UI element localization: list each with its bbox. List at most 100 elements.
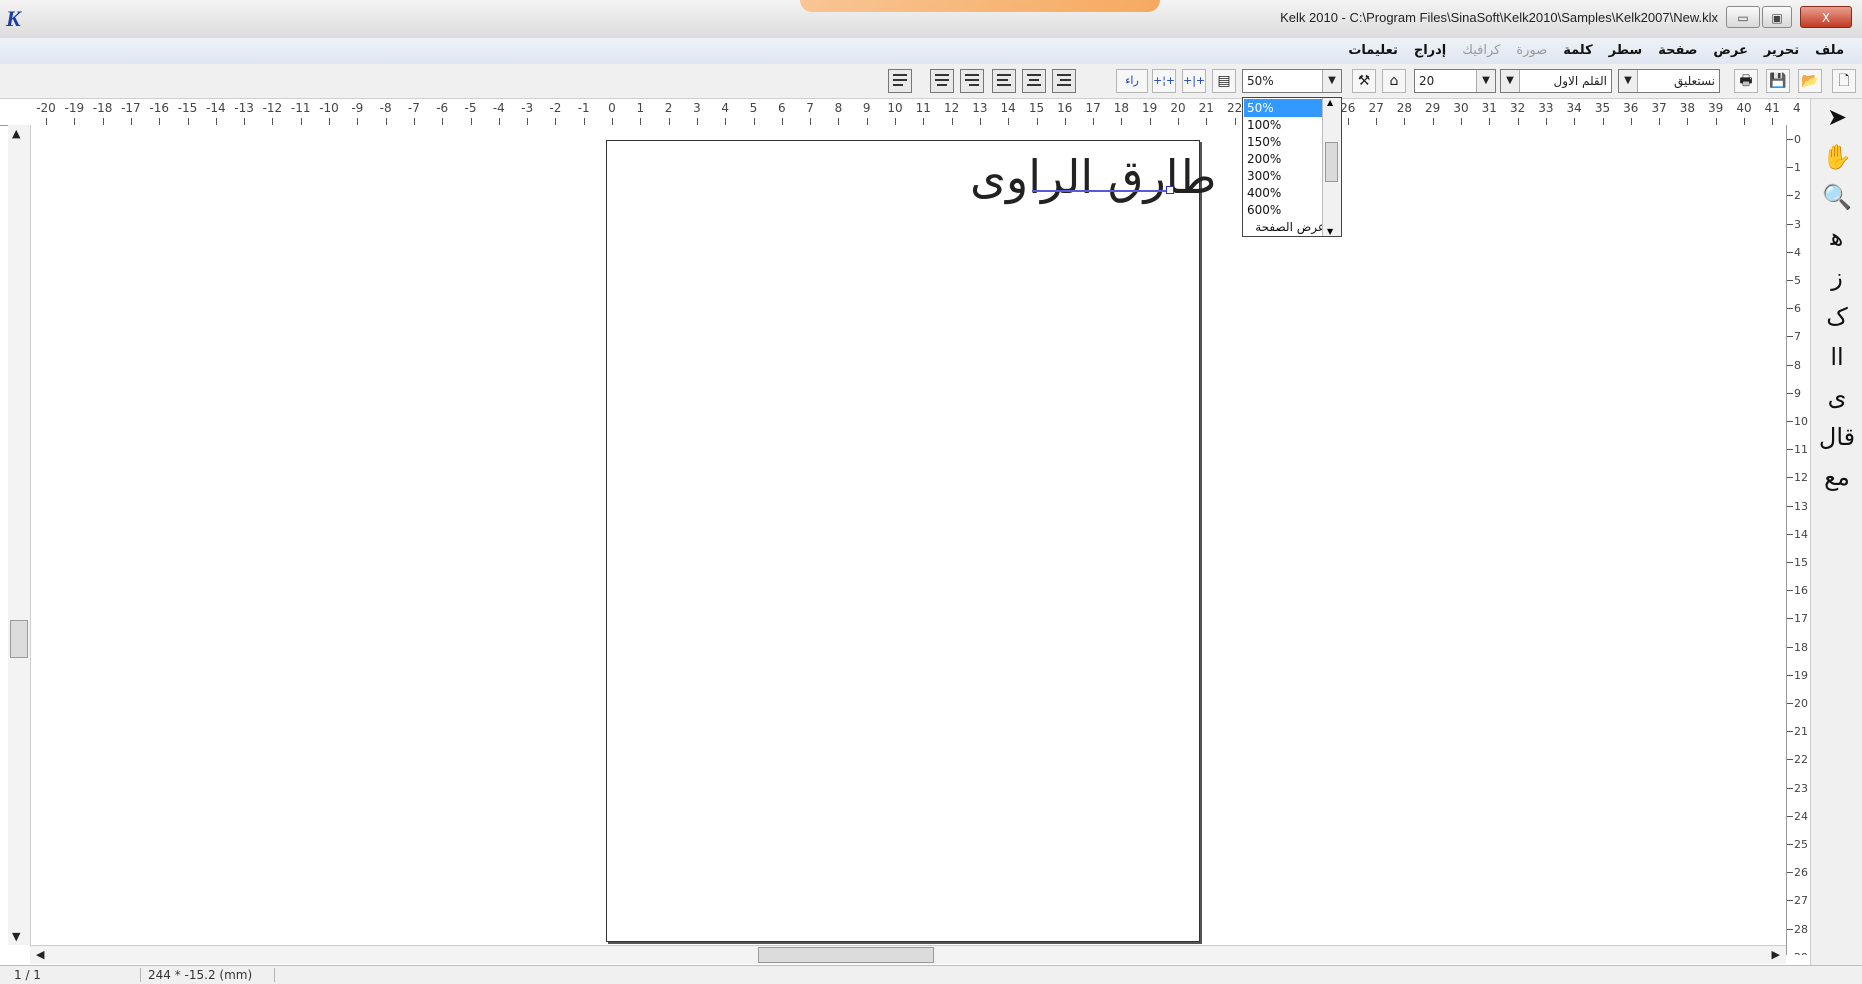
ruler-number: 20 [1170, 101, 1186, 115]
ruler-number: 39 [1708, 101, 1724, 115]
ruler-number: 7 [1794, 330, 1801, 344]
qal-tool-icon[interactable]: قال [1817, 419, 1857, 455]
ruler-tick [668, 118, 670, 125]
rotate-letter-icon[interactable]: ﻫ [1817, 219, 1857, 255]
ruler-number: 13 [1794, 499, 1808, 513]
zoom-dropdown-list[interactable]: 50% 100% 150% 200% 300% 400% 600% عرض الصفحة ▲ … [1242, 97, 1342, 237]
minimize-button[interactable]: ▭ [1726, 6, 1760, 28]
arrow-pointer-icon[interactable]: ➤ [1817, 99, 1857, 135]
menu-item-0[interactable]: ملف [1807, 38, 1852, 64]
spacing-wide-icon[interactable]: +|+ [1182, 69, 1206, 93]
menu-item-8[interactable]: إدراج [1406, 38, 1454, 64]
ruler-number: 18 [1113, 101, 1130, 115]
print-icon[interactable]: 🖶 [1734, 69, 1758, 93]
align-right-button[interactable] [1052, 69, 1076, 93]
menu-item-9[interactable]: تعليمات [1340, 38, 1406, 64]
menu-item-4[interactable]: سطر [1601, 38, 1651, 64]
scroll-left-icon[interactable]: ◀ [36, 948, 44, 961]
zoom-in-icon[interactable]: 🔍 [1817, 179, 1857, 215]
status-bar: 1 / 1 244 * -15.2 (mm) [0, 965, 1862, 984]
ruler-tick [442, 118, 444, 125]
zoom-list-scroll-thumb[interactable] [1325, 142, 1338, 182]
zoom-option[interactable]: 50% [1244, 99, 1325, 117]
tool-palette: ➤ ✋ 🔍 ﻫ ز ک اا ی قال مع [1810, 99, 1862, 969]
ruler-tick [1787, 533, 1793, 535]
menu-item-7[interactable]: كرافيك [1454, 38, 1508, 64]
save-icon[interactable]: 💾 [1766, 69, 1790, 93]
zoom-list-scrollbar[interactable]: ▲ ▼ [1322, 98, 1341, 236]
zoom-option[interactable]: 200% [1244, 150, 1325, 168]
open-folder-icon[interactable]: 📂 [1798, 69, 1822, 93]
page-icon[interactable]: ▤ [1212, 69, 1236, 93]
align-center-button[interactable] [1022, 69, 1046, 93]
scroll-right-icon[interactable]: ▶ [1772, 948, 1780, 961]
scroll-up-icon[interactable]: ▲ [12, 127, 20, 140]
alef-tool-icon[interactable]: اا [1817, 339, 1857, 375]
justify-right-button[interactable] [960, 69, 984, 93]
selection-baseline [1032, 190, 1170, 192]
ruler-tick [810, 118, 812, 125]
menu-item-6[interactable]: صورة [1508, 38, 1555, 64]
new-document-icon[interactable]: 🗋 [1832, 69, 1856, 93]
ruler-number: -5 [464, 101, 477, 115]
yeh-tool-icon[interactable]: ی [1817, 379, 1857, 415]
ruler-tick [1787, 815, 1793, 817]
menu-item-3[interactable]: صفحة [1650, 38, 1705, 64]
font-style-select[interactable]: نستعليق ▼ [1618, 69, 1720, 93]
ruler-tick [1489, 118, 1491, 125]
spacing-narrow-icon[interactable]: +¦+ [1152, 69, 1176, 93]
calligraphy-tool-2-icon[interactable]: ک [1817, 299, 1857, 335]
zoom-option[interactable]: 300% [1244, 167, 1325, 185]
ruler-tick [1064, 118, 1066, 125]
rtl-direction-button[interactable]: راء [1116, 69, 1148, 93]
ruler-tick [1787, 872, 1793, 874]
ruler-tick [1787, 280, 1793, 281]
hand-pan-icon[interactable]: ✋ [1817, 139, 1857, 175]
horizontal-scroll-thumb[interactable] [758, 947, 934, 963]
menu-item-2[interactable]: عرض [1705, 38, 1755, 64]
selection-handle[interactable] [1166, 186, 1174, 194]
ruler-tick [1376, 118, 1378, 125]
ruler-number: 3 [1794, 217, 1801, 231]
zoom-option[interactable]: 100% [1244, 116, 1325, 134]
zoom-select[interactable]: 50% ▼ [1242, 69, 1342, 93]
vertical-ruler: 0 1 2 3 4 5 6 7 8 9 10 11 12 13 14 15 16 17 18 19 20 21 22 23 24… [1786, 125, 1809, 955]
menu-item-5[interactable]: كلمة [1555, 38, 1600, 64]
zoom-option[interactable]: عرض الصفحة [1244, 218, 1325, 236]
scroll-down-icon[interactable]: ▼ [12, 930, 20, 943]
tools-icon[interactable]: ⚒ [1352, 69, 1376, 93]
calligraphy-tool-1-icon[interactable]: ز [1817, 259, 1857, 295]
document-text[interactable]: طارق الراوی [970, 150, 1216, 204]
ruler-tick [1715, 118, 1717, 125]
ruler-number: 4 [721, 101, 730, 115]
vertical-scrollbar[interactable]: ▲ ▼ [8, 125, 31, 945]
scroll-down-icon[interactable]: ▼ [1327, 227, 1333, 236]
scroll-up-icon[interactable]: ▲ [1327, 98, 1333, 107]
home-icon[interactable]: ⌂ [1382, 69, 1406, 93]
document-page[interactable] [606, 140, 1200, 942]
justify-center-button[interactable] [930, 69, 954, 93]
menu-item-1[interactable]: تحرير [1756, 38, 1807, 64]
ruler-number: 26 [1340, 101, 1356, 115]
ruler-number: 15 [1028, 101, 1045, 115]
zoom-option[interactable]: 600% [1244, 201, 1325, 219]
ruler-number: 22 [1794, 753, 1808, 767]
maximize-button[interactable]: ▣ [1762, 6, 1792, 28]
close-button[interactable]: X [1800, 6, 1852, 28]
zoom-option[interactable]: 150% [1244, 133, 1325, 151]
ruler-tick [1121, 118, 1123, 125]
ruler-number: 9 [862, 101, 871, 115]
ruler-number: 27 [1794, 894, 1808, 908]
mim-ain-tool-icon[interactable]: مع [1817, 459, 1857, 495]
zoom-option[interactable]: 400% [1244, 184, 1325, 202]
app-logo-icon: K [6, 6, 21, 31]
ruler-tick [1234, 118, 1236, 125]
ruler-number: 12 [943, 101, 960, 115]
pen-select[interactable]: القلم الاول ▼ [1500, 69, 1612, 93]
vertical-scroll-thumb[interactable] [10, 620, 28, 658]
align-left-button[interactable] [992, 69, 1016, 93]
ruler-tick [46, 118, 47, 125]
font-size-select[interactable]: 20 ▼ [1414, 69, 1496, 93]
justify-left-button[interactable] [888, 69, 912, 93]
horizontal-scrollbar[interactable]: ◀ ▶ [30, 945, 1786, 964]
